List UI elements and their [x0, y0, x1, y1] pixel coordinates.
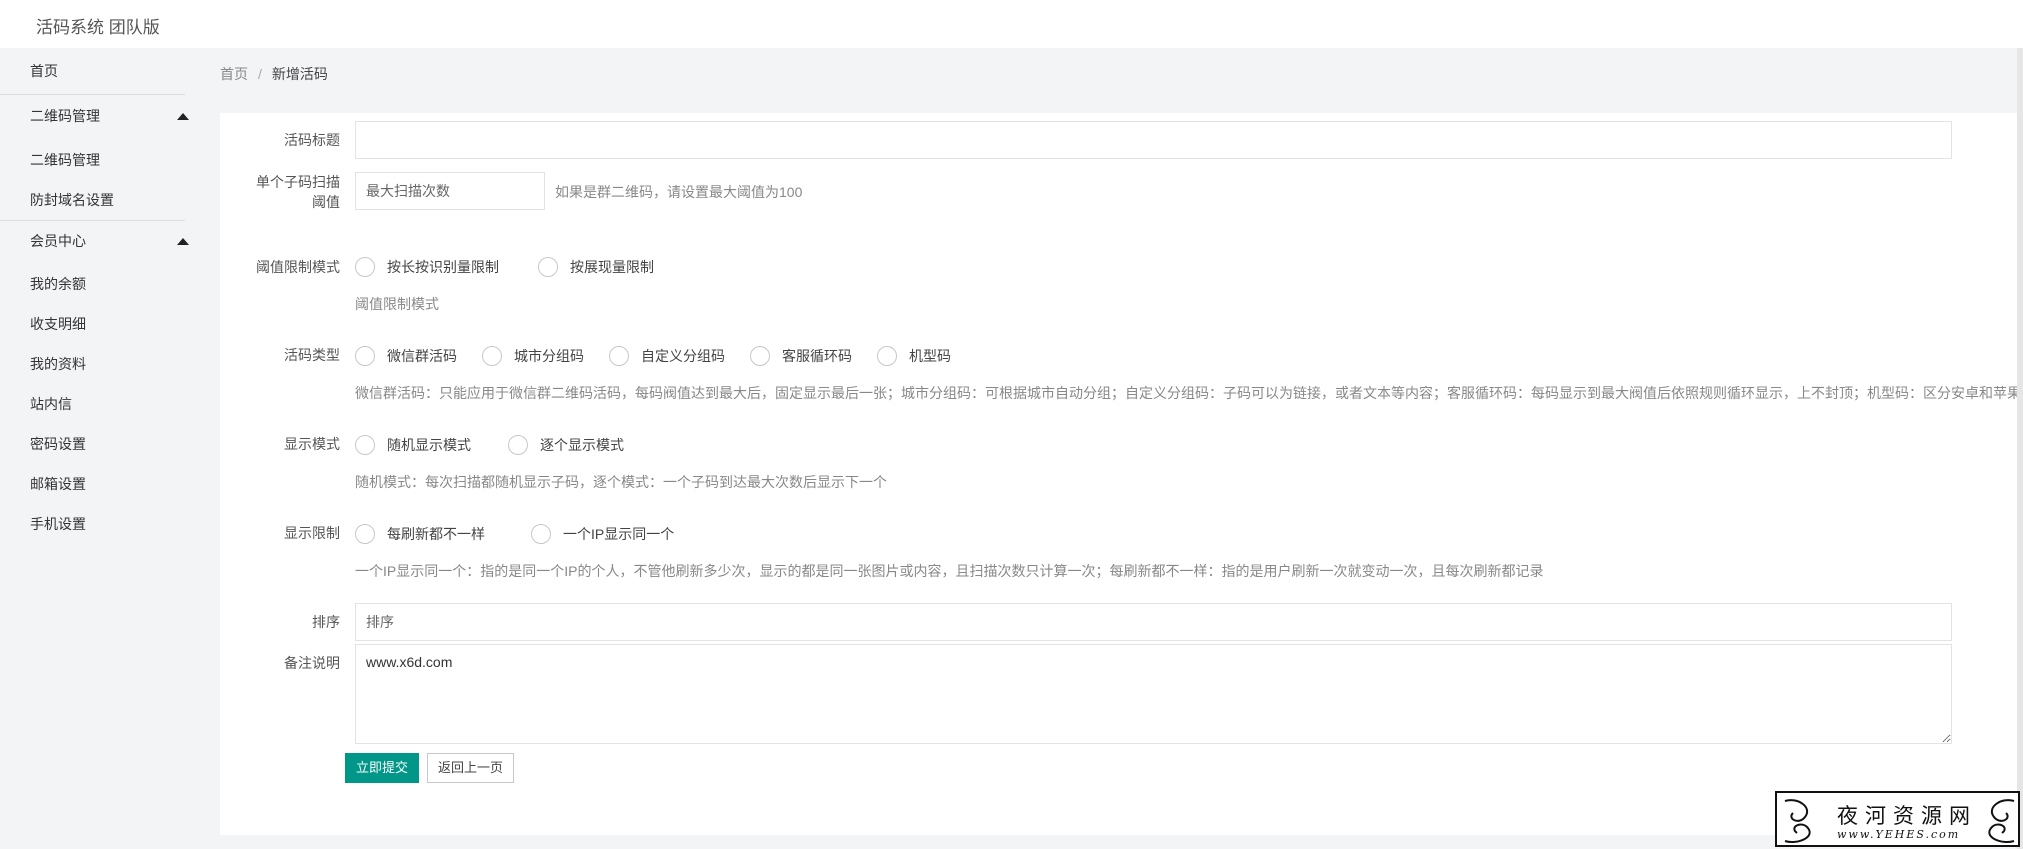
radio-circle-icon	[355, 434, 375, 455]
threshold-input[interactable]	[355, 172, 545, 210]
radio-type-service-loop[interactable]: 客服循环码	[750, 345, 852, 367]
radio-circle-icon	[531, 523, 551, 544]
threshold-mode-help: 阈值限制模式	[355, 296, 439, 312]
back-button[interactable]: 返回上一页	[427, 753, 515, 783]
sidebar-divider	[0, 94, 185, 95]
threshold-label-line1: 单个子码扫描	[256, 174, 340, 190]
radio-label: 按长按识别量限制	[387, 259, 499, 275]
code-type-label: 活码类型	[284, 347, 340, 363]
caret-up-icon	[177, 113, 189, 120]
radio-type-wechat-group[interactable]: 微信群活码	[355, 345, 457, 367]
code-type-help: 微信群活码：只能应用于微信群二维码活码，每码阀值达到最大后，固定显示最后一张；城…	[355, 385, 2021, 401]
sort-input[interactable]	[355, 603, 1952, 641]
breadcrumb-home[interactable]: 首页	[220, 66, 248, 82]
watermark-cn: 夜河资源网	[1837, 804, 1977, 828]
submit-button[interactable]: 立即提交	[345, 753, 420, 783]
radio-label: 机型码	[909, 348, 951, 364]
sidebar-item-email[interactable]: 邮箱设置	[0, 464, 205, 504]
sort-label: 排序	[312, 614, 340, 630]
radio-label: 逐个显示模式	[540, 437, 624, 453]
sidebar-group-qrcode[interactable]: 二维码管理	[0, 96, 205, 136]
radio-threshold-impression[interactable]: 按展现量限制	[538, 256, 654, 278]
sidebar-group-member[interactable]: 会员中心	[0, 221, 205, 261]
radio-type-city-group[interactable]: 城市分组码	[482, 345, 584, 367]
radio-display-random[interactable]: 随机显示模式	[355, 434, 471, 456]
sidebar-item-phone[interactable]: 手机设置	[0, 504, 205, 544]
breadcrumb-separator: /	[258, 66, 262, 82]
display-limit-label: 显示限制	[284, 525, 340, 541]
sidebar-item-qrcode-manage[interactable]: 二维码管理	[0, 140, 205, 180]
sidebar: 首页 二维码管理 二维码管理 防封域名设置 会员中心 我的余额 收支明细 我的资…	[0, 48, 205, 849]
radio-circle-icon	[355, 345, 375, 366]
sidebar-item-messages[interactable]: 站内信	[0, 384, 205, 424]
threshold-mode-label: 阈值限制模式	[256, 259, 340, 275]
radio-label: 城市分组码	[514, 348, 584, 364]
radio-circle-icon	[538, 256, 558, 277]
sidebar-item-domain-settings[interactable]: 防封域名设置	[0, 180, 205, 220]
display-limit-help: 一个IP显示同一个：指的是同一个IP的个人，不管他刷新多少次，显示的都是同一张图…	[355, 563, 1544, 579]
radio-limit-ip[interactable]: 一个IP显示同一个	[531, 523, 674, 545]
title-label: 活码标题	[284, 132, 340, 148]
sidebar-item-transactions[interactable]: 收支明细	[0, 304, 205, 344]
watermark-en: www.YEHES.com	[1837, 828, 1961, 841]
radio-limit-refresh[interactable]: 每刷新都不一样	[355, 523, 485, 545]
radio-circle-icon	[609, 345, 629, 366]
radio-display-sequential[interactable]: 逐个显示模式	[508, 434, 624, 456]
radio-circle-icon	[355, 523, 375, 544]
remark-label: 备注说明	[284, 655, 340, 671]
radio-threshold-longpress[interactable]: 按长按识别量限制	[355, 256, 499, 278]
sidebar-item-home[interactable]: 首页	[0, 51, 205, 91]
sidebar-group-label: 会员中心	[30, 233, 86, 249]
radio-label: 自定义分组码	[641, 348, 725, 364]
threshold-label: 单个子码扫描 阈值	[220, 172, 340, 212]
threshold-hint: 如果是群二维码，请设置最大阈值为100	[555, 184, 803, 200]
sidebar-item-balance[interactable]: 我的余额	[0, 264, 205, 304]
display-mode-label: 显示模式	[284, 436, 340, 452]
sidebar-item-profile[interactable]: 我的资料	[0, 344, 205, 384]
radio-circle-icon	[482, 345, 502, 366]
radio-type-device[interactable]: 机型码	[877, 345, 951, 367]
sidebar-group-label: 二维码管理	[30, 108, 100, 124]
form-card: 活码标题 单个子码扫描 阈值 如果是群二维码，请设置最大阈值为100 阈值限制模…	[220, 113, 2023, 835]
radio-label: 每刷新都不一样	[387, 526, 485, 542]
radio-label: 一个IP显示同一个	[563, 526, 675, 542]
radio-label: 客服循环码	[782, 348, 852, 364]
radio-label: 微信群活码	[387, 348, 457, 364]
radio-circle-icon	[877, 345, 897, 366]
radio-circle-icon	[750, 345, 770, 366]
remark-textarea[interactable]: www.x6d.com	[355, 644, 1952, 744]
app-title: 活码系统 团队版	[36, 18, 160, 37]
watermark-logo: 夜河资源网 www.YEHES.com	[1775, 791, 2020, 847]
main-content: 首页 / 新增活码 活码标题 单个子码扫描 阈值 如果是群二维码，请设置最大阈值为1…	[205, 48, 2023, 849]
top-header: 活码系统 团队版	[0, 0, 2023, 48]
radio-label: 按展现量限制	[570, 259, 654, 275]
radio-circle-icon	[355, 256, 375, 277]
threshold-label-line2: 阈值	[312, 194, 340, 210]
breadcrumb-current: 新增活码	[271, 66, 328, 82]
display-mode-help: 随机模式：每次扫描都随机显示子码，逐个模式：一个子码到达最大次数后显示下一个	[355, 474, 887, 490]
title-input[interactable]	[355, 121, 1952, 159]
radio-label: 随机显示模式	[387, 437, 471, 453]
breadcrumb: 首页 / 新增活码	[220, 64, 328, 84]
radio-type-custom-group[interactable]: 自定义分组码	[609, 345, 725, 367]
page-scrollbar[interactable]	[2017, 48, 2023, 849]
radio-circle-icon	[508, 434, 528, 455]
sidebar-item-password[interactable]: 密码设置	[0, 424, 205, 464]
caret-up-icon	[177, 238, 189, 245]
